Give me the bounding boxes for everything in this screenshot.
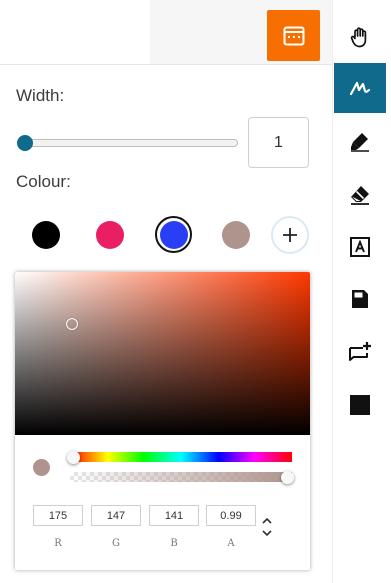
colour-swatch-pink[interactable] xyxy=(96,221,124,249)
add-comment-icon xyxy=(349,342,371,361)
red-label: R xyxy=(54,538,62,549)
top-bar-left xyxy=(0,0,150,64)
square-icon xyxy=(350,395,370,415)
blue-label: B xyxy=(170,538,178,549)
width-label: Width: xyxy=(16,86,65,105)
colour-swatch-taupe[interactable] xyxy=(222,221,250,249)
selected-swatch-ring xyxy=(155,216,192,253)
text-tool[interactable] xyxy=(334,222,386,272)
width-slider-thumb[interactable] xyxy=(17,135,33,151)
saturation-cursor[interactable] xyxy=(66,318,78,330)
highlighter-tool[interactable] xyxy=(334,116,386,166)
keyboard-icon xyxy=(283,26,304,45)
pen-tool[interactable] xyxy=(334,63,386,113)
saturation-area[interactable] xyxy=(15,272,310,435)
alpha-field[interactable]: 0.99 xyxy=(206,505,256,526)
hue-slider[interactable] xyxy=(70,452,292,462)
alpha-label: A xyxy=(227,538,235,549)
stamp-icon xyxy=(352,290,368,308)
hand-icon xyxy=(350,27,367,48)
stamp-tool[interactable] xyxy=(334,274,386,324)
header-divider xyxy=(0,64,332,65)
red-field[interactable]: 175 xyxy=(33,505,83,526)
hue-slider-thumb[interactable] xyxy=(67,451,80,464)
text-box-icon xyxy=(350,237,370,257)
shape-tool[interactable] xyxy=(334,380,386,430)
alpha-slider[interactable] xyxy=(70,472,292,482)
green-field[interactable]: 147 xyxy=(91,505,141,526)
plus-icon xyxy=(283,228,297,242)
alpha-slider-thumb[interactable] xyxy=(281,471,294,484)
width-value-field[interactable]: 1 xyxy=(248,117,309,168)
hand-tool[interactable] xyxy=(334,12,386,62)
colour-preview xyxy=(33,459,50,476)
width-slider-track[interactable] xyxy=(24,139,238,147)
eraser-icon xyxy=(351,186,369,205)
keyboard-button[interactable] xyxy=(267,10,320,61)
vertical-toolbar xyxy=(332,0,391,583)
eraser-tool[interactable] xyxy=(334,170,386,220)
add-colour-button[interactable] xyxy=(271,216,309,254)
colour-swatch-black[interactable] xyxy=(32,221,60,249)
colour-label: Colour: xyxy=(16,172,71,191)
highlighter-icon xyxy=(351,133,369,152)
colour-picker-panel: 175 147 141 0.99 R G B A xyxy=(15,272,310,570)
green-label: G xyxy=(112,538,120,549)
comment-tool[interactable] xyxy=(334,328,386,378)
blue-field[interactable]: 141 xyxy=(149,505,199,526)
format-toggle-icon[interactable] xyxy=(261,515,273,539)
pen-icon xyxy=(349,81,371,96)
